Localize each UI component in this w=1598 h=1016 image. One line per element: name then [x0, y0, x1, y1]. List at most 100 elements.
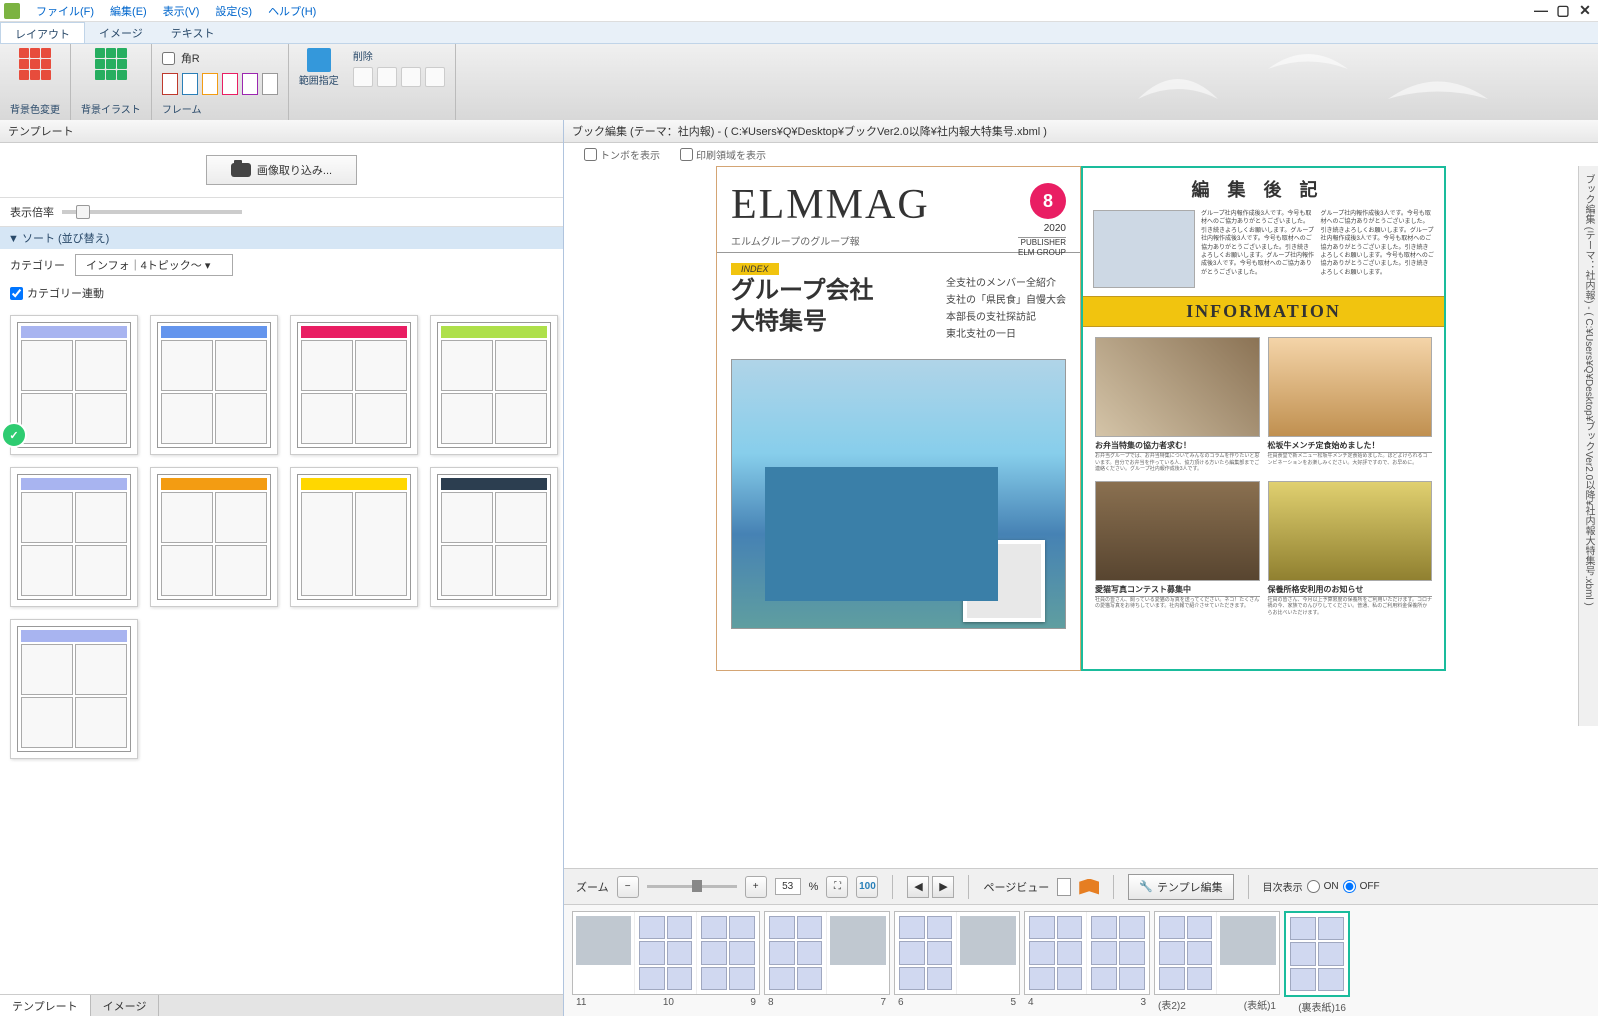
toc-off-radio[interactable]: [1343, 880, 1356, 893]
spread-6-5[interactable]: 65: [894, 911, 1020, 1010]
del-opt-4[interactable]: [425, 67, 445, 87]
frame-red[interactable]: [162, 73, 178, 95]
page-back[interactable]: 編集後記 グループ社内報作成後3人です。今号も取材へのご協力ありがとうございまし…: [1081, 166, 1446, 671]
del-opt-3[interactable]: [401, 67, 421, 87]
del-opt-2[interactable]: [377, 67, 397, 87]
spread-back-16[interactable]: (裏表紙)16: [1284, 911, 1350, 1010]
close-button[interactable]: ✕: [1576, 2, 1594, 19]
tab-image[interactable]: イメージ: [85, 22, 157, 43]
editorial-photo[interactable]: [1093, 210, 1195, 288]
ribbon-bgillust-label: 背景イラスト: [81, 101, 141, 116]
info-banner: INFORMATION: [1083, 296, 1444, 327]
ribbon-bgcolor[interactable]: 背景色変更: [0, 44, 71, 120]
template-item-3[interactable]: [290, 315, 418, 455]
template-item-8[interactable]: [430, 467, 558, 607]
template-item-5[interactable]: [10, 467, 138, 607]
menu-settings[interactable]: 設定(S): [207, 1, 260, 21]
ribbon-bgcolor-label: 背景色変更: [10, 101, 60, 116]
template-item-9[interactable]: [10, 619, 138, 759]
spread-8-7[interactable]: 87: [764, 911, 890, 1010]
frame-label: フレーム: [162, 101, 202, 116]
info-card-1[interactable]: お弁当特集の協力者求む！お弁当グループでは、お弁当特集についてみんなのコラムを作…: [1095, 337, 1260, 473]
template-item-6[interactable]: [150, 467, 278, 607]
category-link-label: カテゴリー連動: [27, 285, 104, 301]
info-card-2[interactable]: 松坂牛メンチ定食始めました！社員食堂で新メニュー松坂牛メンチ定食始めました。ほど…: [1268, 337, 1433, 473]
template-edit-button[interactable]: 🔧 テンプレ編集: [1128, 874, 1233, 900]
corner-r-checkbox[interactable]: [162, 52, 175, 65]
menu-file[interactable]: ファイル(F): [28, 1, 102, 21]
category-label: カテゴリー: [10, 257, 65, 273]
frame-blue[interactable]: [182, 73, 198, 95]
zoom-100-button[interactable]: 100: [856, 876, 878, 898]
ribbon-delete-group: 範囲指定 削除: [289, 44, 456, 120]
cover-photo[interactable]: [731, 359, 1066, 629]
template-item-2[interactable]: [150, 315, 278, 455]
tab-layout[interactable]: レイアウト: [0, 22, 85, 43]
zoom-label: ズーム: [576, 879, 609, 895]
filmstrip[interactable]: 11109 87 65 43 (表2)2(表紙)1: [564, 904, 1598, 1016]
sort-toggle[interactable]: ▼ ソート (並び替え): [0, 227, 563, 249]
frame-yellow[interactable]: [202, 73, 218, 95]
side-tab-bookedit[interactable]: ブック編集 (テーマ：社内報) - ( C:¥Users¥Q¥Desktop¥ブ…: [1578, 166, 1598, 726]
import-images-button[interactable]: 画像取り込み...: [206, 155, 357, 185]
ribbon-bgillust[interactable]: 背景イラスト: [71, 44, 152, 120]
trim-checkbox[interactable]: [584, 148, 597, 161]
footer-tab-template[interactable]: テンプレート: [0, 995, 91, 1016]
template-item-7[interactable]: [290, 467, 418, 607]
toc-on-radio[interactable]: [1307, 880, 1320, 893]
ribbon: 背景色変更 背景イラスト 角R フレーム: [0, 44, 1598, 120]
prev-page-button[interactable]: ◀: [907, 876, 929, 898]
menu-help[interactable]: ヘルプ(H): [260, 1, 324, 21]
category-select[interactable]: インフォ｜4トピック〜 ▾: [75, 254, 233, 276]
zoom-slider[interactable]: [647, 885, 737, 888]
frame-none[interactable]: [262, 73, 278, 95]
ribbon-frame-group: 角R フレーム: [152, 44, 289, 120]
cover-inset-photo[interactable]: [963, 540, 1045, 622]
del-opt-1[interactable]: [353, 67, 373, 87]
menubar: ファイル(F) 編集(E) 表示(V) 設定(S) ヘルプ(H) — ▢ ✕: [0, 0, 1598, 22]
next-page-button[interactable]: ▶: [932, 876, 954, 898]
range-label: 範囲指定: [299, 72, 339, 87]
zoom-in-button[interactable]: +: [745, 876, 767, 898]
category-link-checkbox[interactable]: [10, 287, 23, 300]
spread-icon[interactable]: [1079, 879, 1099, 895]
book-edit-title: ブック編集 (テーマ：社内報) - ( C:¥Users¥Q¥Desktop¥ブ…: [564, 120, 1598, 143]
template-zoom-slider[interactable]: [62, 210, 242, 214]
delete-label: 削除: [353, 48, 445, 63]
frame-pink[interactable]: [222, 73, 238, 95]
minimize-button[interactable]: —: [1532, 2, 1550, 19]
canvas[interactable]: ELMMAG 8 2020 PUBLISHERELM GROUP エルムグループ…: [564, 166, 1598, 868]
zoom-percent: %: [809, 881, 819, 893]
maximize-button[interactable]: ▢: [1554, 2, 1572, 19]
template-item-1[interactable]: [10, 315, 138, 455]
info-card-3[interactable]: 愛猫写真コンテスト募集中社員の皆さん、飼っている愛猫の写真を送ってください。ネコ…: [1095, 481, 1260, 617]
editorial-text-1: グループ社内報作成後3人です。今号も取材へのご協力ありがとうございました。引き続…: [1201, 210, 1315, 288]
footer-tab-image[interactable]: イメージ: [91, 995, 160, 1016]
editorial-title: 編集後記: [1083, 168, 1444, 210]
spread-11-10[interactable]: 11109: [572, 911, 760, 1010]
left-panel: テンプレート 画像取り込み... 表示倍率 ▼ ソート (並び替え) カテゴリー…: [0, 120, 564, 1016]
printarea-checkbox[interactable]: [680, 148, 693, 161]
template-item-4[interactable]: [430, 315, 558, 455]
left-footer-tabs: テンプレート イメージ: [0, 994, 563, 1016]
zoom-bar: ズーム − + 53 % ⛶ 100 ◀ ▶ ページビュー 🔧: [564, 868, 1598, 904]
zoom-out-button[interactable]: −: [617, 876, 639, 898]
menu-view[interactable]: 表示(V): [155, 1, 208, 21]
fit-selection-button[interactable]: ⛶: [826, 876, 848, 898]
import-label: 画像取り込み...: [257, 162, 332, 178]
template-panel-title: テンプレート: [0, 120, 563, 143]
page-cover[interactable]: ELMMAG 8 2020 PUBLISHERELM GROUP エルムグループ…: [716, 166, 1081, 671]
single-page-icon[interactable]: [1057, 878, 1071, 896]
ribbon-decoration: [1118, 49, 1498, 115]
spread-2-1[interactable]: (表2)2(表紙)1: [1154, 911, 1280, 1010]
dropdown-icon: ▾: [205, 260, 211, 272]
info-card-4[interactable]: 保養所格安利用のお知らせ社員の皆さん、今月以上予算限度の保養所をご利用いただけま…: [1268, 481, 1433, 617]
app-icon: [4, 3, 20, 19]
range-icon[interactable]: [307, 48, 331, 72]
spread-4-3[interactable]: 43: [1024, 911, 1150, 1010]
tab-text[interactable]: テキスト: [157, 22, 229, 43]
pageview-label: ページビュー: [983, 879, 1049, 895]
frame-lavender[interactable]: [242, 73, 258, 95]
menu-edit[interactable]: 編集(E): [102, 1, 155, 21]
zoom-value[interactable]: 53: [775, 878, 801, 895]
